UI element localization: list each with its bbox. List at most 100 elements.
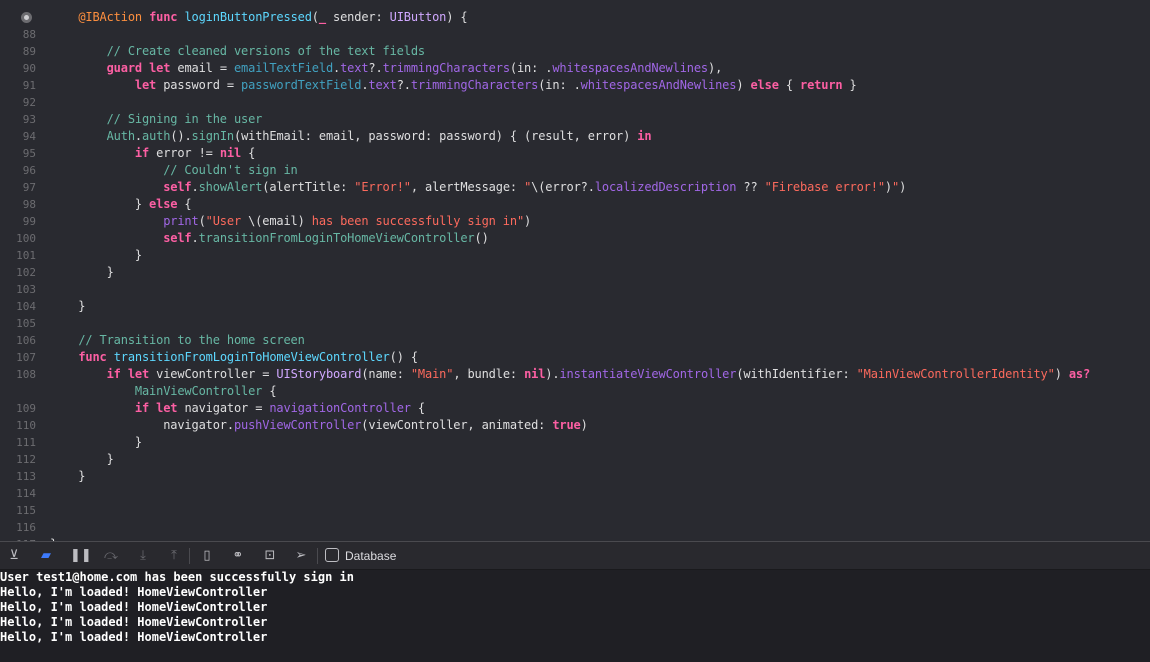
- code-text: }: [50, 452, 114, 466]
- memory-graph-icon[interactable]: ⚭: [230, 548, 246, 564]
- code-text: // Signing in the user: [106, 112, 263, 126]
- line-number: 94: [22, 130, 36, 143]
- code-text: }: [50, 265, 114, 279]
- target-label[interactable]: Database: [345, 549, 396, 563]
- breakpoints-toggle-icon[interactable]: ▰: [38, 548, 54, 564]
- code-line[interactable]: 102 }: [0, 264, 1150, 281]
- code-line[interactable]: 107 func transitionFromLoginToHomeViewCo…: [0, 349, 1150, 366]
- code-line[interactable]: 110 navigator.pushViewController(viewCon…: [0, 417, 1150, 434]
- code-text: @IBAction func loginButtonPressed(_ send…: [78, 10, 468, 24]
- code-line[interactable]: 113 }: [0, 468, 1150, 485]
- code-line[interactable]: MainViewController {: [0, 383, 1150, 400]
- code-line[interactable]: 104 }: [0, 298, 1150, 315]
- line-number: 106: [16, 334, 36, 347]
- console-line: Hello, I'm loaded! HomeViewController: [0, 600, 268, 614]
- code-line[interactable]: 99 print("User \(email) has been success…: [0, 213, 1150, 230]
- line-number: 107: [16, 351, 36, 364]
- code-line[interactable]: @IBAction func loginButtonPressed(_ send…: [0, 9, 1150, 26]
- breakpoint-icon[interactable]: [21, 12, 32, 23]
- code-text: // Couldn't sign in: [163, 163, 298, 177]
- line-number: 104: [16, 300, 36, 313]
- code-text: }: [50, 248, 142, 262]
- line-number: 95: [22, 147, 36, 160]
- app-target-icon: [325, 548, 339, 562]
- line-number: 102: [16, 266, 36, 279]
- code-line[interactable]: 89 // Create cleaned versions of the tex…: [0, 43, 1150, 60]
- code-line[interactable]: 98 } else {: [0, 196, 1150, 213]
- code-line[interactable]: 108 if let viewController = UIStoryboard…: [0, 366, 1150, 383]
- code-text: navigator.pushViewController(viewControl…: [50, 418, 588, 432]
- simulate-location-icon[interactable]: ➢: [293, 548, 309, 564]
- code-line[interactable]: 109 if let navigator = navigationControl…: [0, 400, 1150, 417]
- line-number: 93: [22, 113, 36, 126]
- line-number: 89: [22, 45, 36, 58]
- line-number: 90: [22, 62, 36, 75]
- line-number: 92: [22, 96, 36, 109]
- code-text: self.transitionFromLoginToHomeViewContro…: [163, 231, 489, 245]
- line-number: 105: [16, 317, 36, 330]
- code-text: let password = passwordTextField.text?.t…: [134, 78, 857, 92]
- view-hierarchy-icon[interactable]: ▯: [199, 548, 215, 564]
- line-number: 114: [16, 487, 36, 500]
- line-number: 115: [16, 504, 36, 517]
- environment-overrides-icon[interactable]: ⊡: [262, 548, 278, 564]
- console-line: Hello, I'm loaded! HomeViewController: [0, 615, 268, 629]
- console-output[interactable]: User test1@home.com has been successfull…: [0, 570, 1150, 662]
- line-number: 101: [16, 249, 36, 262]
- code-line[interactable]: 96 // Couldn't sign in: [0, 162, 1150, 179]
- code-text: self.showAlert(alertTitle: "Error!", ale…: [163, 180, 907, 194]
- code-line[interactable]: 92: [0, 94, 1150, 111]
- code-line[interactable]: 88: [0, 26, 1150, 43]
- code-text: } else {: [50, 197, 192, 211]
- code-line[interactable]: 106 // Transition to the home screen: [0, 332, 1150, 349]
- step-into-icon[interactable]: ⤓: [135, 548, 151, 564]
- code-line[interactable]: 101 }: [0, 247, 1150, 264]
- code-text: Auth.auth().signIn(withEmail: email, pas…: [106, 129, 652, 143]
- code-text: if error != nil {: [134, 146, 256, 160]
- code-line[interactable]: 114: [0, 485, 1150, 502]
- code-text: if let navigator = navigationController …: [134, 401, 426, 415]
- console-line: Hello, I'm loaded! HomeViewController: [0, 630, 268, 644]
- code-line[interactable]: 97 self.showAlert(alertTitle: "Error!", …: [0, 179, 1150, 196]
- code-text: guard let email = emailTextField.text?.t…: [106, 61, 723, 75]
- code-line[interactable]: 94 Auth.auth().signIn(withEmail: email, …: [0, 128, 1150, 145]
- code-line[interactable]: 112 }: [0, 451, 1150, 468]
- debug-bar: ⊻ ▰ ❚❚ ⤼ ⤓ ⤒ ▯ ⚭ ⊡ ➢ Database: [0, 541, 1150, 570]
- code-line[interactable]: 116: [0, 519, 1150, 536]
- code-line[interactable]: 100 self.transitionFromLoginToHomeViewCo…: [0, 230, 1150, 247]
- pause-icon[interactable]: ❚❚: [70, 548, 92, 564]
- step-over-icon[interactable]: ⤼: [103, 548, 119, 564]
- console-line: Hello, I'm loaded! HomeViewController: [0, 585, 268, 599]
- line-number: 110: [16, 419, 36, 432]
- line-number: 108: [16, 368, 36, 381]
- code-editor[interactable]: @IBAction func loginButtonPressed(_ send…: [0, 0, 1150, 541]
- step-out-icon[interactable]: ⤒: [166, 548, 182, 564]
- line-number: 112: [16, 453, 36, 466]
- line-number: 88: [22, 28, 36, 41]
- code-line[interactable]: 90 guard let email = emailTextField.text…: [0, 60, 1150, 77]
- code-text: // Create cleaned versions of the text f…: [106, 44, 426, 58]
- code-text: MainViewController {: [134, 384, 277, 398]
- line-number: 111: [16, 436, 36, 449]
- code-text: if let viewController = UIStoryboard(nam…: [106, 367, 1091, 381]
- line-number: 100: [16, 232, 36, 245]
- code-text: }: [50, 435, 142, 449]
- hide-debug-area-icon[interactable]: ⊻: [6, 548, 22, 564]
- code-line[interactable]: 103: [0, 281, 1150, 298]
- code-line[interactable]: 91 let password = passwordTextField.text…: [0, 77, 1150, 94]
- line-number: 97: [22, 181, 36, 194]
- code-line[interactable]: 111 }: [0, 434, 1150, 451]
- console-line: User test1@home.com has been successfull…: [0, 570, 355, 584]
- code-line[interactable]: 95 if error != nil {: [0, 145, 1150, 162]
- line-number: 116: [16, 521, 36, 534]
- code-text: // Transition to the home screen: [78, 333, 305, 347]
- line-number: 96: [22, 164, 36, 177]
- code-text: }: [50, 299, 86, 313]
- line-number: 103: [16, 283, 36, 296]
- code-line[interactable]: 105: [0, 315, 1150, 332]
- line-number: 99: [22, 215, 36, 228]
- line-number: 113: [16, 470, 36, 483]
- code-line[interactable]: 115: [0, 502, 1150, 519]
- code-line[interactable]: 93 // Signing in the user: [0, 111, 1150, 128]
- code-text: }: [50, 469, 86, 483]
